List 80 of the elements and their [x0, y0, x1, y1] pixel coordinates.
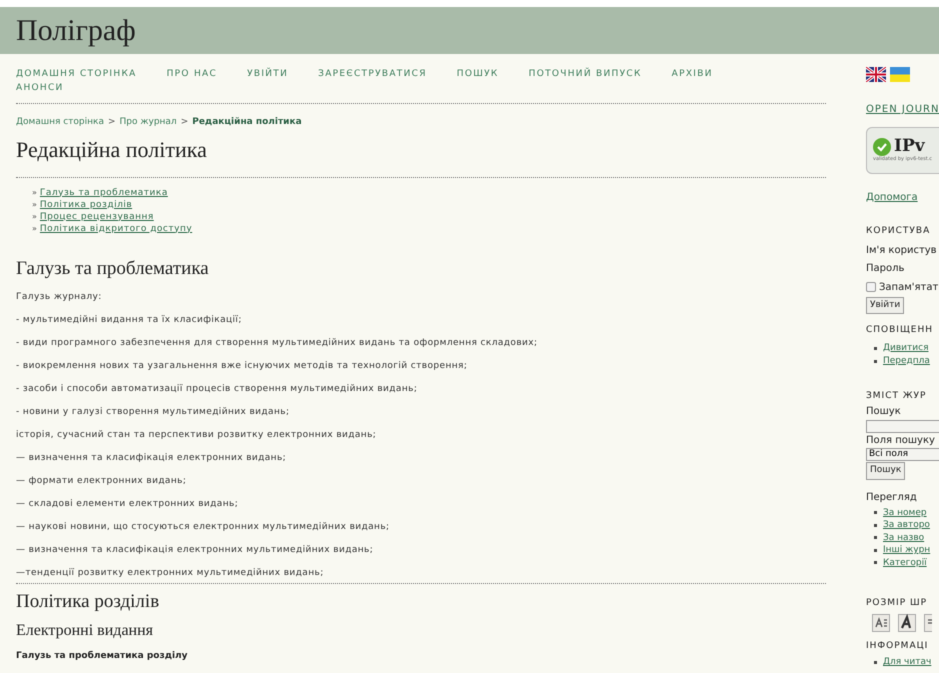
paragraph: — складові елементи електронних видань;	[16, 498, 240, 510]
nav-link[interactable]: ПРО НАС	[166, 67, 218, 81]
breadcrumb-separator: >	[180, 116, 188, 129]
bullet-icon	[874, 536, 877, 540]
search-button[interactable]: Пошук	[866, 462, 906, 480]
paragraph: — визначення та класифікація електронних видань;	[16, 452, 288, 464]
information-link[interactable]: Для читач	[883, 656, 932, 668]
font-size-icon[interactable]	[872, 614, 890, 632]
section-title: Галузь та проблематика	[16, 258, 210, 280]
section-heading: ЗМІСТ ЖУР	[866, 390, 926, 402]
nav-link[interactable]: АНОНСИ	[16, 81, 64, 95]
nav-link[interactable]: ДОМАШНЯ СТОРІНКА	[16, 67, 137, 81]
bullet-icon	[874, 561, 877, 564]
toc-marker: »	[32, 222, 37, 234]
subsection-title: Електронні видання	[16, 620, 154, 640]
password-label: Пароль	[866, 262, 904, 276]
search-fields-label: Поля пошуку	[866, 434, 935, 448]
subsection-heading: Галузь та проблематика розділу	[16, 650, 189, 662]
breadcrumb-link[interactable]: Домашня сторінка	[16, 116, 104, 130]
section-heading: КОРИСТУВА	[866, 225, 930, 238]
toc-marker: »	[32, 210, 37, 222]
browse-link[interactable]: Інші журн	[883, 544, 930, 556]
ojs-link[interactable]: OPEN JOURN	[866, 102, 939, 117]
toc-link[interactable]: Політика розділів	[40, 198, 132, 210]
check-icon	[873, 138, 891, 156]
paragraph: — наукові новини, що стосуються електронних мультимедійних видань;	[16, 522, 390, 532]
section-heading: РОЗМІР ШР	[866, 597, 928, 610]
paragraph: —тенденції розвитку електронних мультимедійних видань;	[16, 568, 325, 578]
toc-link[interactable]: Політика відкритого доступу	[40, 222, 192, 234]
breadcrumb-link[interactable]: Редакційна політика	[192, 116, 302, 130]
paragraph: - виокремлення нових та узагальнення вже існуючих методів та технологій створення;	[16, 360, 468, 372]
paragraph: історія, сучасний стан та перспективи розвитку електронних видань;	[16, 430, 378, 440]
browse-link[interactable]: Категорії	[883, 556, 927, 569]
paragraph: — формати електронних видань;	[16, 476, 188, 486]
paragraph: - мультимедійні видання та їх класифікації;	[16, 314, 243, 326]
paragraph: - новини у галузі створення мультимедійних видань;	[16, 406, 290, 418]
paragraph: — визначення та класифікація електронних мультимедійних видань;	[16, 544, 374, 556]
bullet-icon	[874, 524, 877, 527]
nav-link[interactable]: ПОШУК	[456, 67, 499, 81]
remember-label: Запам'ятат	[879, 280, 938, 294]
nav-link[interactable]: ЗАРЕЄСТРУВАТИСЯ	[318, 67, 427, 81]
site-title[interactable]: Поліграф	[16, 16, 136, 46]
badge-title: IPv	[894, 138, 925, 156]
section-heading: СПОВІЩЕНН	[866, 324, 934, 337]
help-link[interactable]: Допомога	[866, 190, 918, 205]
toc-marker: »	[32, 198, 37, 210]
login-button[interactable]: Увійти	[866, 296, 904, 314]
section-heading: ІНФОРМАЦІ	[866, 640, 928, 652]
bullet-icon	[874, 360, 877, 362]
nav-link[interactable]: АРХІВИ	[672, 67, 713, 81]
notification-link[interactable]: Передпла	[883, 354, 930, 368]
flag-icon[interactable]	[866, 67, 886, 82]
font-size-icon[interactable]	[898, 614, 916, 632]
bullet-icon	[874, 660, 877, 664]
section-title: Політика розділів	[16, 590, 160, 612]
font-size-icon[interactable]	[924, 614, 932, 632]
search-field[interactable]	[866, 420, 939, 433]
browse-link[interactable]: За авторо	[883, 519, 930, 532]
toc-link[interactable]: Галузь та проблематика	[40, 186, 168, 198]
username-label: Ім'я користув	[866, 244, 937, 258]
paragraph: - види програмного забезпечення для створення мультимедійних видань та оформлення складових;	[16, 338, 538, 348]
nav-link[interactable]: УВІЙТИ	[247, 67, 288, 81]
browse-link[interactable]: За номер	[883, 506, 927, 519]
remember-checkbox[interactable]	[866, 282, 876, 292]
browse-link[interactable]: За назво	[883, 532, 924, 544]
paragraph: Галузь журналу:	[16, 292, 103, 302]
nav-link[interactable]: ПОТОЧНИЙ ВИПУСК	[528, 67, 642, 81]
bullet-icon	[874, 548, 877, 552]
search-fields-select[interactable]: Всі поля	[866, 448, 939, 461]
breadcrumb-separator: >	[108, 116, 116, 129]
toc-marker: »	[32, 186, 37, 198]
toc-link[interactable]: Процес рецензування	[40, 210, 154, 222]
search-label: Пошук	[866, 405, 901, 419]
page-title: Редакційна політика	[16, 136, 208, 162]
paragraph: - засоби і способи автоматизації процесів створення мультимедійних видань;	[16, 384, 418, 394]
browse-label: Перегляд	[866, 490, 917, 504]
breadcrumb-link[interactable]: Про журнал	[120, 116, 177, 130]
bullet-icon	[874, 346, 877, 350]
notification-link[interactable]: Дивитися	[883, 342, 928, 354]
bullet-icon	[874, 511, 877, 514]
